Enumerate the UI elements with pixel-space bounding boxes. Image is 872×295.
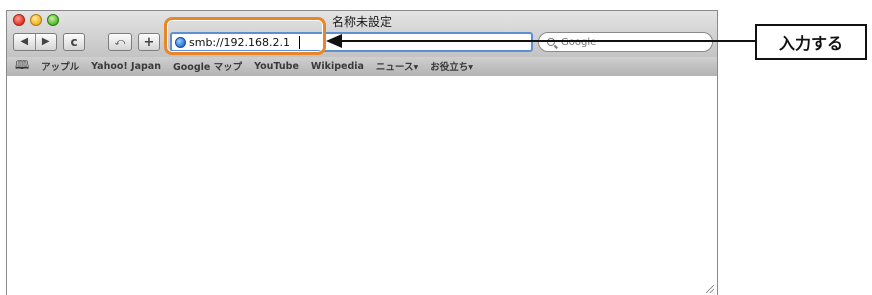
- browser-window: 名称未設定 ◀ ▶ c ⤺ + 🕮 アップル Yahoo! Japan Goog…: [6, 10, 718, 295]
- address-highlight-outline: [164, 17, 326, 55]
- reload-button[interactable]: c: [63, 33, 85, 51]
- bookmark-yahoo-japan[interactable]: Yahoo! Japan: [91, 61, 161, 72]
- back-button[interactable]: ◀: [14, 34, 36, 50]
- bookmark-apple[interactable]: アップル: [41, 59, 79, 73]
- bookmark-useful-menu[interactable]: お役立ち▾: [430, 59, 473, 73]
- page-content: [7, 76, 717, 295]
- search-field[interactable]: [538, 32, 713, 52]
- add-bookmark-button[interactable]: +: [138, 33, 160, 51]
- forward-button[interactable]: ▶: [36, 34, 57, 50]
- callout-arrow-icon: [326, 34, 342, 48]
- resize-grip-icon[interactable]: [706, 285, 714, 293]
- callout-line: [330, 40, 755, 42]
- bookmark-wikipedia[interactable]: Wikipedia: [311, 61, 364, 72]
- bookmark-youtube[interactable]: YouTube: [254, 61, 299, 72]
- back-forward-group: ◀ ▶: [13, 33, 57, 51]
- open-book-icon[interactable]: 🕮: [15, 56, 29, 77]
- window-title: 名称未設定: [331, 15, 392, 29]
- bookmarks-list: 🕮 アップル Yahoo! Japan Google マップ YouTube W…: [7, 57, 717, 75]
- callout-label: 入力する: [755, 24, 867, 60]
- bookmark-google-maps[interactable]: Google マップ: [173, 59, 242, 73]
- search-input[interactable]: [561, 36, 701, 48]
- snapback-button[interactable]: ⤺: [108, 33, 132, 51]
- bookmark-news-menu[interactable]: ニュース▾: [376, 59, 418, 73]
